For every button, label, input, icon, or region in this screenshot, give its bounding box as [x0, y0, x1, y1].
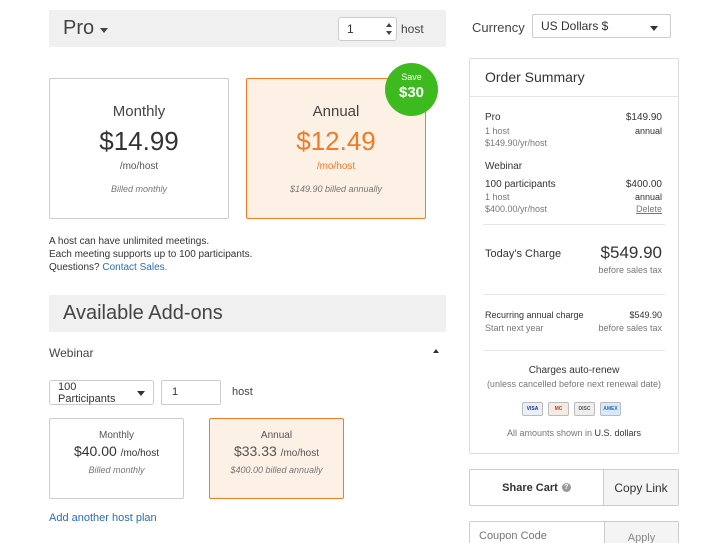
recurring-start: Start next year	[485, 323, 544, 333]
apply-coupon-button[interactable]: Apply	[604, 522, 678, 543]
add-host-plan-link[interactable]: Add another host plan	[49, 512, 157, 524]
order-webinar-hosts: 1 host	[485, 192, 510, 202]
addons-title: Available Add-ons	[63, 302, 223, 324]
card-billed: $149.90 billed annually	[289, 184, 383, 194]
share-cart-box: Share Cart ? Copy Link	[469, 469, 679, 506]
discover-icon: DISC	[574, 402, 595, 416]
plan-card-monthly[interactable]: Monthly $14.99 /mo/host Billed monthly	[49, 78, 229, 219]
order-webinar-term: annual	[634, 192, 662, 202]
stepper-arrows-icon[interactable]	[385, 21, 393, 37]
order-pro-rate: $149.90/yr/host	[485, 138, 548, 148]
recurring-amount: $549.90	[629, 310, 662, 320]
addon-card-annual[interactable]: Annual $33.33 /mo/host $400.00 billed an…	[209, 418, 344, 499]
host-label: host	[401, 22, 424, 36]
addon-host-label: host	[232, 386, 253, 398]
order-summary: Order Summary Pro $149.90 1 host annual …	[469, 58, 679, 454]
mastercard-icon: MC	[548, 402, 569, 416]
todays-charge-amount: $549.90	[600, 243, 662, 262]
participants-select[interactable]: 100 Participants	[49, 380, 154, 405]
amex-icon: AMEX	[600, 402, 621, 416]
auto-renew-text: Charges auto-renew	[528, 365, 620, 376]
order-pro-name: Pro	[485, 112, 501, 123]
order-webinar-rate: $400.00/yr/host	[485, 204, 548, 214]
card-price: $12.49	[296, 126, 376, 156]
currency-label: Currency	[472, 20, 525, 35]
recurring-note: before sales tax	[598, 323, 662, 333]
order-pro-term: annual	[634, 126, 662, 136]
coupon-box: Apply	[469, 521, 679, 543]
delete-webinar-link[interactable]: Delete	[636, 204, 662, 214]
chevron-up-icon[interactable]	[433, 349, 439, 353]
host-count-stepper[interactable]: 1	[338, 17, 397, 41]
host-count-value: 1	[347, 22, 354, 36]
card-billed: $400.00 billed annually	[230, 465, 323, 475]
todays-charge-note: before sales tax	[598, 265, 662, 275]
info-line: A host can have unlimited meetings.	[49, 236, 210, 247]
card-billed: Billed monthly	[110, 184, 168, 194]
order-summary-title: Order Summary	[485, 69, 585, 85]
info-line: Each meeting supports up to 100 particip…	[49, 249, 253, 260]
save-badge-label: Save	[401, 72, 422, 82]
plan-selector[interactable]: Pro	[63, 17, 109, 40]
help-icon[interactable]: ?	[561, 483, 571, 492]
card-label: Monthly	[98, 430, 134, 441]
copy-link-button[interactable]: Copy Link	[604, 470, 678, 505]
card-label: Monthly	[112, 103, 166, 120]
plan-info: A host can have unlimited meetings. Each…	[49, 235, 252, 274]
card-unit: /mo/host	[316, 161, 356, 172]
coupon-code-input[interactable]	[470, 522, 604, 543]
contact-sales-link[interactable]: Contact Sales.	[102, 262, 167, 273]
card-price: $33.33 /mo/host	[233, 443, 320, 459]
currency-note: All amounts shown in U.S. dollars	[506, 428, 642, 438]
order-webinar-price: $400.00	[625, 179, 662, 190]
payment-cards: VISA MC DISC AMEX	[522, 402, 621, 416]
visa-icon: VISA	[522, 402, 543, 416]
order-pro-price: $149.90	[625, 112, 662, 123]
currency-select[interactable]: US Dollars $	[532, 14, 671, 38]
card-price: $40.00 /mo/host	[73, 443, 160, 459]
plan-name: Pro	[63, 17, 95, 39]
card-price: $14.99	[99, 126, 179, 156]
participants-value: 100 Participants	[58, 380, 116, 405]
order-webinar-name: Webinar	[485, 161, 523, 172]
addon-card-monthly[interactable]: Monthly $40.00 /mo/host Billed monthly	[49, 418, 184, 499]
card-billed: Billed monthly	[88, 465, 145, 475]
chevron-down-icon	[137, 391, 145, 396]
order-pro-hosts: 1 host	[485, 126, 510, 136]
recurring-label: Recurring annual charge	[485, 310, 584, 320]
webinar-section-label[interactable]: Webinar	[49, 346, 93, 360]
addons-header: Available Add-ons	[49, 295, 446, 332]
chevron-down-icon	[100, 28, 109, 33]
plan-header: Pro 1 host	[49, 10, 446, 47]
chevron-down-icon	[650, 26, 658, 31]
todays-charge-label: Today's Charge	[485, 248, 562, 260]
info-questions: Questions?	[49, 262, 100, 273]
order-webinar-participants: 100 participants	[485, 179, 556, 190]
auto-renew-subtext: (unless cancelled before next renewal da…	[486, 379, 662, 389]
share-cart-label: Share Cart	[502, 481, 558, 494]
card-unit: /mo/host	[119, 161, 159, 172]
save-badge-amount: $30	[398, 84, 425, 101]
addon-qty-input[interactable]: 1	[161, 380, 221, 405]
share-cart-button[interactable]: Share Cart ?	[470, 470, 604, 505]
currency-value: US Dollars $	[541, 19, 609, 33]
card-label: Annual	[260, 430, 293, 441]
save-badge: Save $30	[385, 63, 438, 116]
